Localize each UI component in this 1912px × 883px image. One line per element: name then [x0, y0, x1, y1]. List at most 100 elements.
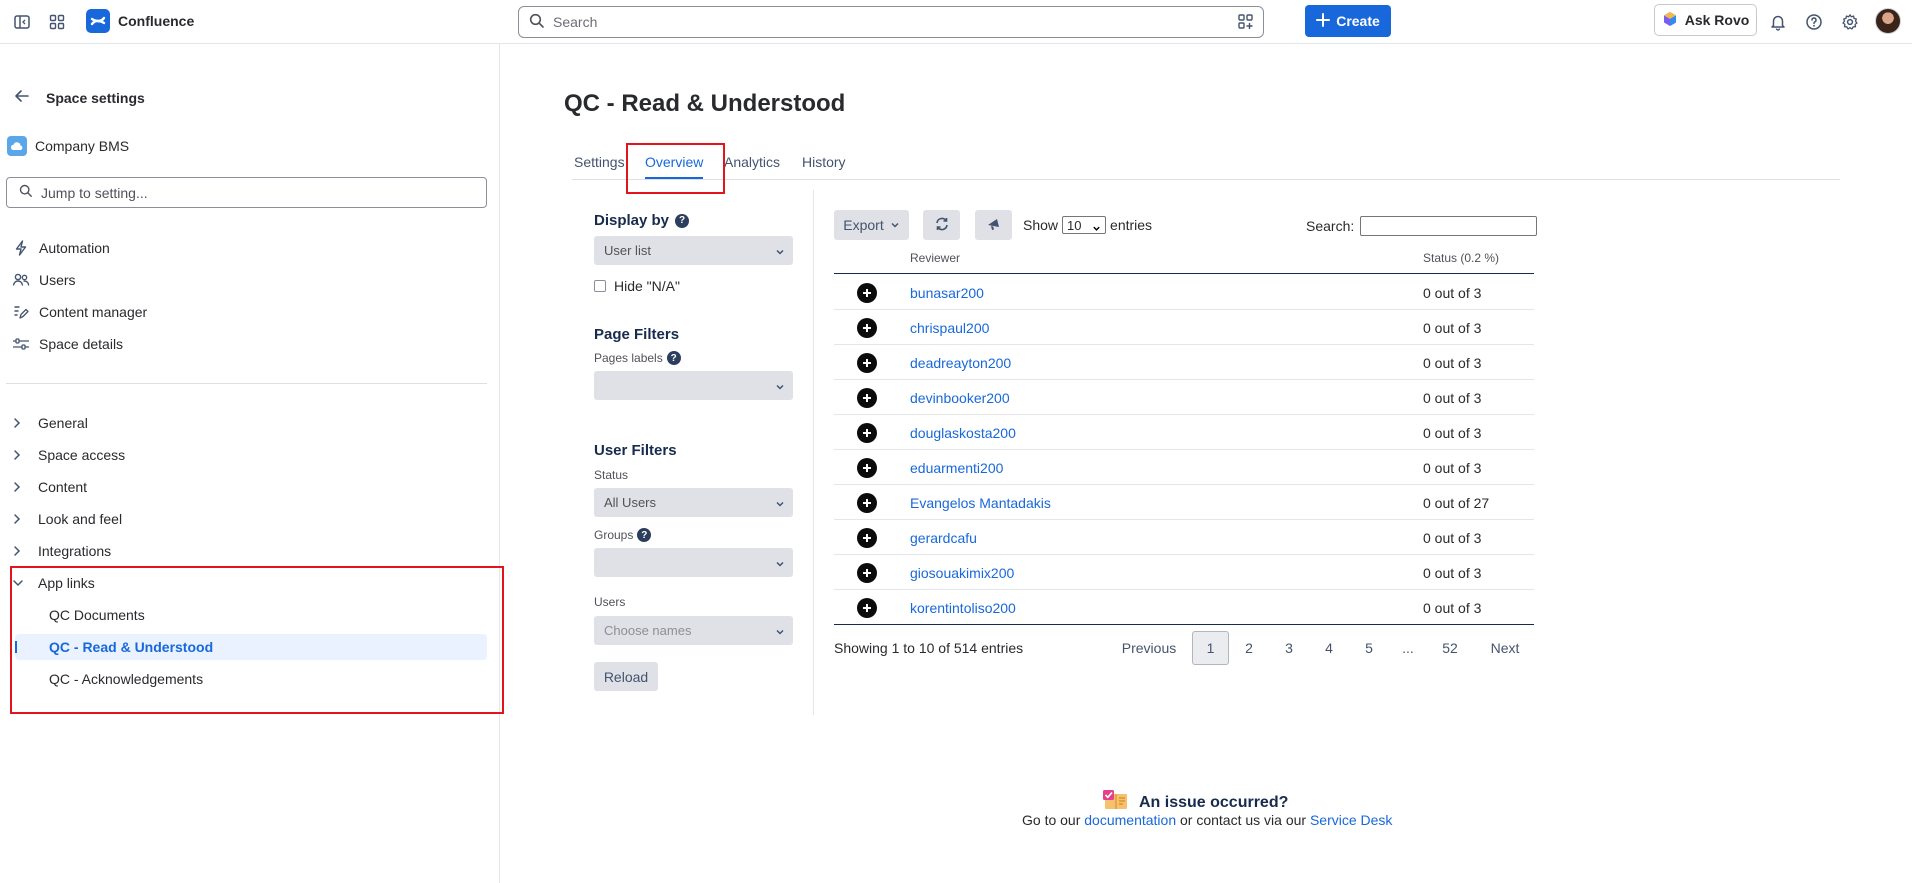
users-select[interactable]: Choose names — [594, 616, 793, 645]
pages-labels-select[interactable] — [594, 371, 793, 400]
table-search-input[interactable] — [1360, 216, 1538, 236]
notify-button[interactable] — [975, 210, 1012, 240]
groups-label: Groups — [594, 528, 634, 542]
help-icon[interactable]: ? — [666, 351, 681, 365]
help-icon[interactable]: ? — [675, 213, 690, 228]
pagination-previous[interactable]: Previous — [1121, 631, 1177, 665]
reload-button[interactable]: Reload — [594, 662, 658, 691]
notifications-bell-icon[interactable] — [1766, 10, 1790, 34]
table-row: korentintoliso200 0 out of 3 — [834, 590, 1534, 625]
sidebar-item-automation[interactable]: Automation — [12, 235, 110, 261]
sidebar-group-space-access[interactable]: Space access — [12, 442, 125, 468]
reviewer-link[interactable]: chrispaul200 — [910, 320, 989, 336]
status-select[interactable]: All Users — [594, 488, 793, 517]
reviewer-link[interactable]: devinbooker200 — [910, 390, 1010, 406]
global-search-input[interactable]: Search — [518, 6, 1264, 38]
reviewer-link[interactable]: korentintoliso200 — [910, 600, 1016, 616]
sidebar-toggle-icon[interactable] — [10, 10, 34, 34]
jump-to-setting-input[interactable]: Jump to setting... — [6, 177, 487, 208]
expand-row-icon[interactable] — [857, 458, 877, 478]
search-filter-icon[interactable] — [1237, 13, 1255, 31]
help-icon[interactable] — [1802, 10, 1826, 34]
groups-select[interactable] — [594, 548, 793, 577]
expand-row-icon[interactable] — [857, 563, 877, 583]
documentation-link[interactable]: documentation — [1084, 812, 1176, 828]
sidebar-group-general[interactable]: General — [12, 410, 88, 436]
hide-na-option[interactable]: Hide "N/A" — [594, 278, 680, 294]
tab-overview[interactable]: Overview — [645, 154, 703, 178]
back-to-space[interactable]: Space settings — [14, 88, 145, 107]
expand-row-icon[interactable] — [857, 598, 877, 618]
expand-row-icon[interactable] — [857, 493, 877, 513]
reviewer-link[interactable]: bunasar200 — [910, 285, 984, 301]
sidebar-group-label: Space access — [38, 447, 126, 463]
space-selector[interactable]: Company BMS — [7, 136, 129, 156]
tab-history[interactable]: History — [802, 154, 846, 178]
sidebar-item-label: Space details — [39, 336, 124, 352]
reviewer-link[interactable]: douglaskosta200 — [910, 425, 1016, 441]
sidebar-group-app-links[interactable]: App links — [12, 570, 95, 596]
chevron-right-icon — [12, 417, 26, 429]
reviewer-link[interactable]: giosouakimix200 — [910, 565, 1014, 581]
table-search: Search: — [1306, 216, 1538, 236]
issue-help-text: Go to our documentation or contact us vi… — [1022, 812, 1392, 828]
sidebar-group-look-and-feel[interactable]: Look and feel — [12, 506, 122, 532]
pagination-next[interactable]: Next — [1485, 631, 1525, 665]
sidebar-divider — [6, 383, 487, 384]
sidebar-item-qc-read-understood[interactable]: QC - Read & Understood — [15, 634, 487, 660]
column-header-status[interactable]: Status (0.2 %) — [1423, 251, 1499, 265]
export-button[interactable]: Export — [834, 210, 909, 240]
service-desk-link[interactable]: Service Desk — [1310, 812, 1392, 828]
display-by-select[interactable]: User list — [594, 236, 793, 265]
expand-row-icon[interactable] — [857, 423, 877, 443]
refresh-button[interactable] — [923, 210, 960, 240]
user-avatar[interactable] — [1875, 8, 1901, 34]
help-icon[interactable]: ? — [637, 528, 652, 542]
sidebar-item-content-manager[interactable]: Content manager — [12, 299, 147, 325]
reviewer-link[interactable]: Evangelos Mantadakis — [910, 495, 1051, 511]
app-switcher-icon[interactable] — [45, 10, 69, 34]
tab-settings[interactable]: Settings — [574, 154, 625, 178]
pagination-page-1[interactable]: 1 — [1192, 631, 1229, 665]
sidebar-item-space-details[interactable]: Space details — [12, 331, 123, 357]
settings-gear-icon[interactable] — [1838, 10, 1862, 34]
reviewer-status: 0 out of 3 — [1423, 530, 1482, 546]
active-tab-underline — [645, 177, 703, 179]
chevron-right-icon — [12, 513, 26, 525]
sidebar-item-users[interactable]: Users — [12, 267, 76, 293]
reviewer-link[interactable]: gerardcafu — [910, 530, 977, 546]
reviewer-status: 0 out of 3 — [1423, 600, 1482, 616]
arrow-left-icon[interactable] — [14, 88, 30, 107]
sidebar-item-qc-acknowledgements[interactable]: QC - Acknowledgements — [49, 666, 203, 692]
hide-na-checkbox[interactable] — [594, 280, 606, 292]
expand-row-icon[interactable] — [857, 318, 877, 338]
plus-icon — [1316, 12, 1331, 30]
status-label: Status — [594, 468, 629, 482]
confluence-logo[interactable]: Confluence — [86, 9, 194, 33]
status-value: All Users — [604, 495, 657, 510]
sidebar-group-content[interactable]: Content — [12, 474, 87, 500]
chevron-down-icon — [890, 217, 900, 233]
entries-select[interactable]: 10 — [1062, 216, 1107, 234]
expand-row-icon[interactable] — [857, 353, 877, 373]
sidebar-item-qc-documents[interactable]: QC Documents — [49, 602, 145, 628]
pagination-page-5[interactable]: 5 — [1357, 631, 1381, 665]
sidebar-group-integrations[interactable]: Integrations — [12, 538, 111, 564]
reviewer-link[interactable]: deadreayton200 — [910, 355, 1011, 371]
pagination-page-2[interactable]: 2 — [1237, 631, 1261, 665]
pagination-page-4[interactable]: 4 — [1317, 631, 1341, 665]
expand-row-icon[interactable] — [857, 528, 877, 548]
create-button[interactable]: Create — [1305, 5, 1391, 37]
pagination-page-3[interactable]: 3 — [1277, 631, 1301, 665]
pagination-page-52[interactable]: 52 — [1436, 631, 1464, 665]
column-header-reviewer[interactable]: Reviewer — [910, 251, 960, 265]
ask-rovo-button[interactable]: Ask Rovo — [1654, 4, 1757, 36]
reviewer-link[interactable]: eduarmenti200 — [910, 460, 1003, 476]
cloud-space-icon — [7, 136, 27, 156]
expand-row-icon[interactable] — [857, 283, 877, 303]
chevron-down-icon — [775, 380, 785, 395]
table-row: deadreayton200 0 out of 3 — [834, 345, 1534, 380]
expand-row-icon[interactable] — [857, 388, 877, 408]
app-name: Confluence — [118, 13, 195, 29]
tab-analytics[interactable]: Analytics — [724, 154, 780, 178]
